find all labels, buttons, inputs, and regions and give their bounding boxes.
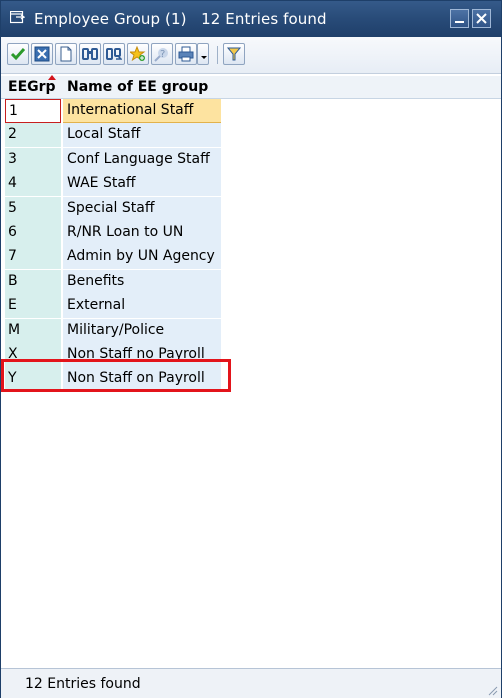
group-name-cell[interactable]: Military/Police bbox=[63, 318, 221, 343]
eegrp-cell[interactable]: X bbox=[5, 343, 61, 367]
print-button[interactable] bbox=[175, 43, 197, 65]
eegrp-cell[interactable]: 7 bbox=[5, 245, 61, 270]
table-row[interactable]: 4 WAE Staff bbox=[5, 172, 221, 197]
table-row[interactable]: M Military/Police bbox=[5, 318, 221, 343]
status-bar: 12 Entries found bbox=[1, 668, 501, 698]
toolbar: ? bbox=[1, 37, 501, 74]
group-name-cell[interactable]: Special Staff bbox=[63, 196, 221, 221]
sort-ascending-icon bbox=[48, 75, 56, 80]
eegrp-cell[interactable]: 1 bbox=[5, 99, 61, 123]
group-name-cell[interactable]: Benefits bbox=[63, 269, 221, 294]
toolbar-separator bbox=[217, 46, 218, 64]
eegrp-cell[interactable]: B bbox=[5, 269, 61, 294]
table-row[interactable]: E External bbox=[5, 294, 221, 319]
eegrp-cell[interactable]: Y bbox=[5, 367, 61, 392]
find-icon bbox=[82, 48, 98, 60]
status-text: 12 Entries found bbox=[25, 676, 141, 692]
print-dropdown-button[interactable] bbox=[197, 43, 209, 65]
group-name-cell[interactable]: WAE Staff bbox=[63, 172, 221, 197]
filter-icon bbox=[226, 47, 242, 61]
close-icon bbox=[476, 13, 487, 24]
resize-grip-icon[interactable] bbox=[486, 684, 498, 696]
title-bar[interactable]: Employee Group (1) 12 Entries found bbox=[1, 1, 501, 37]
new-document-icon bbox=[60, 46, 72, 62]
table-row[interactable]: 6 R/NR Loan to UN bbox=[5, 221, 221, 245]
check-icon bbox=[10, 48, 26, 61]
eegrp-cell[interactable]: 5 bbox=[5, 196, 61, 221]
eegrp-cell[interactable]: 2 bbox=[5, 123, 61, 148]
help-button[interactable]: ? bbox=[151, 43, 173, 65]
minimize-button[interactable] bbox=[450, 9, 469, 28]
add-favorite-button[interactable] bbox=[127, 43, 149, 65]
table-row[interactable]: 3 Conf Language Staff bbox=[5, 147, 221, 172]
find-next-button[interactable] bbox=[103, 43, 125, 65]
table-row[interactable]: B Benefits bbox=[5, 269, 221, 294]
window-title: Employee Group (1) 12 Entries found bbox=[34, 10, 327, 28]
minimize-icon bbox=[455, 21, 464, 23]
favorite-add-icon bbox=[130, 46, 146, 62]
table-row[interactable]: 1 International Staff bbox=[5, 99, 221, 123]
cancel-button[interactable] bbox=[31, 43, 53, 65]
eegrp-cell[interactable]: E bbox=[5, 294, 61, 319]
column-header-eegrp[interactable]: EEGrp bbox=[8, 79, 56, 95]
print-icon bbox=[178, 46, 194, 62]
eegrp-cell[interactable]: 6 bbox=[5, 221, 61, 245]
new-entry-button[interactable] bbox=[55, 43, 77, 65]
results-table: EEGrp Name of EE group 1 International St… bbox=[1, 74, 501, 666]
column-header-name[interactable]: Name of EE group bbox=[67, 79, 208, 95]
help-icon: ? bbox=[154, 48, 168, 62]
table-row[interactable]: 5 Special Staff bbox=[5, 196, 221, 221]
table-row[interactable]: Y Non Staff on Payroll bbox=[5, 367, 221, 392]
table-row[interactable]: 2 Local Staff bbox=[5, 123, 221, 148]
eegrp-cell[interactable]: 3 bbox=[5, 147, 61, 172]
window-icon bbox=[10, 11, 25, 24]
svg-text:?: ? bbox=[160, 49, 165, 60]
value-help-dialog: Employee Group (1) 12 Entries found ? EE… bbox=[0, 0, 502, 698]
cancel-icon bbox=[34, 46, 50, 62]
table-row[interactable]: X Non Staff no Payroll bbox=[5, 343, 221, 367]
group-name-cell[interactable]: R/NR Loan to UN bbox=[63, 221, 221, 245]
table-header: EEGrp Name of EE group bbox=[1, 75, 501, 99]
continue-button[interactable] bbox=[7, 43, 29, 65]
group-name-cell[interactable]: Non Staff no Payroll bbox=[63, 343, 221, 367]
eegrp-cell[interactable]: 4 bbox=[5, 172, 61, 197]
group-name-cell[interactable]: Non Staff on Payroll bbox=[63, 367, 221, 392]
group-name-cell[interactable]: Admin by UN Agency bbox=[63, 245, 221, 270]
group-name-cell[interactable]: External bbox=[63, 294, 221, 319]
close-button[interactable] bbox=[472, 9, 491, 28]
find-button[interactable] bbox=[79, 43, 101, 65]
group-name-cell[interactable]: International Staff bbox=[63, 99, 221, 123]
group-name-cell[interactable]: Conf Language Staff bbox=[63, 147, 221, 172]
group-name-cell[interactable]: Local Staff bbox=[63, 123, 221, 148]
filter-button[interactable] bbox=[223, 43, 245, 65]
dropdown-icon bbox=[201, 56, 207, 59]
eegrp-cell[interactable]: M bbox=[5, 318, 61, 343]
table-row[interactable]: 7 Admin by UN Agency bbox=[5, 245, 221, 270]
find-next-icon bbox=[106, 48, 122, 60]
